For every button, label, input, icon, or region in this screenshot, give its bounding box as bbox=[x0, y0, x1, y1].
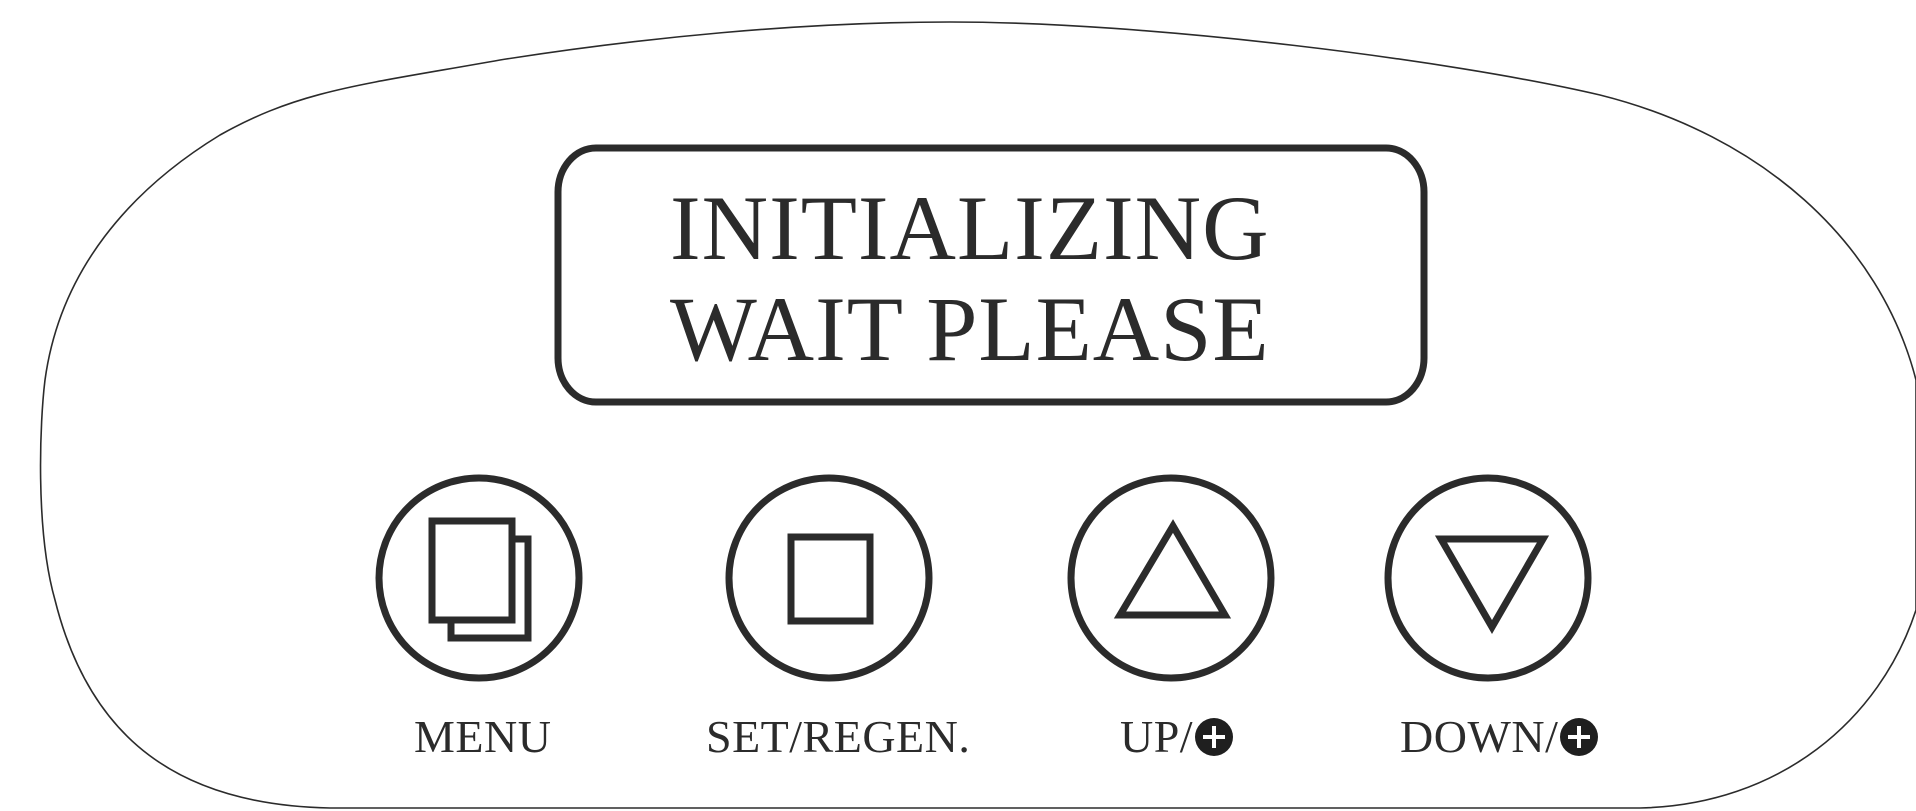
down-button[interactable] bbox=[1388, 478, 1588, 678]
set-regen-button[interactable] bbox=[729, 478, 929, 678]
menu-label-text: MENU bbox=[414, 711, 552, 762]
up-label-text: UP/ bbox=[1120, 711, 1194, 762]
set-regen-label-text: SET/REGEN. bbox=[706, 711, 971, 762]
down-label-text: DOWN/ bbox=[1400, 711, 1559, 762]
control-panel bbox=[39, 21, 1916, 809]
menu-button[interactable] bbox=[379, 478, 579, 678]
panel-outline bbox=[39, 21, 1916, 809]
plus-circle-icon bbox=[1195, 718, 1234, 756]
up-label: UP/ bbox=[1120, 711, 1234, 762]
up-button[interactable] bbox=[1071, 478, 1271, 678]
down-label: DOWN/ bbox=[1400, 711, 1599, 762]
plus-circle-icon bbox=[1560, 718, 1599, 756]
set-regen-label: SET/REGEN. bbox=[706, 712, 970, 762]
display-line-1: INITIALIZING bbox=[670, 177, 1270, 279]
display-line-2: WAIT PLEASE bbox=[670, 278, 1270, 380]
menu-label: MENU bbox=[414, 712, 551, 762]
